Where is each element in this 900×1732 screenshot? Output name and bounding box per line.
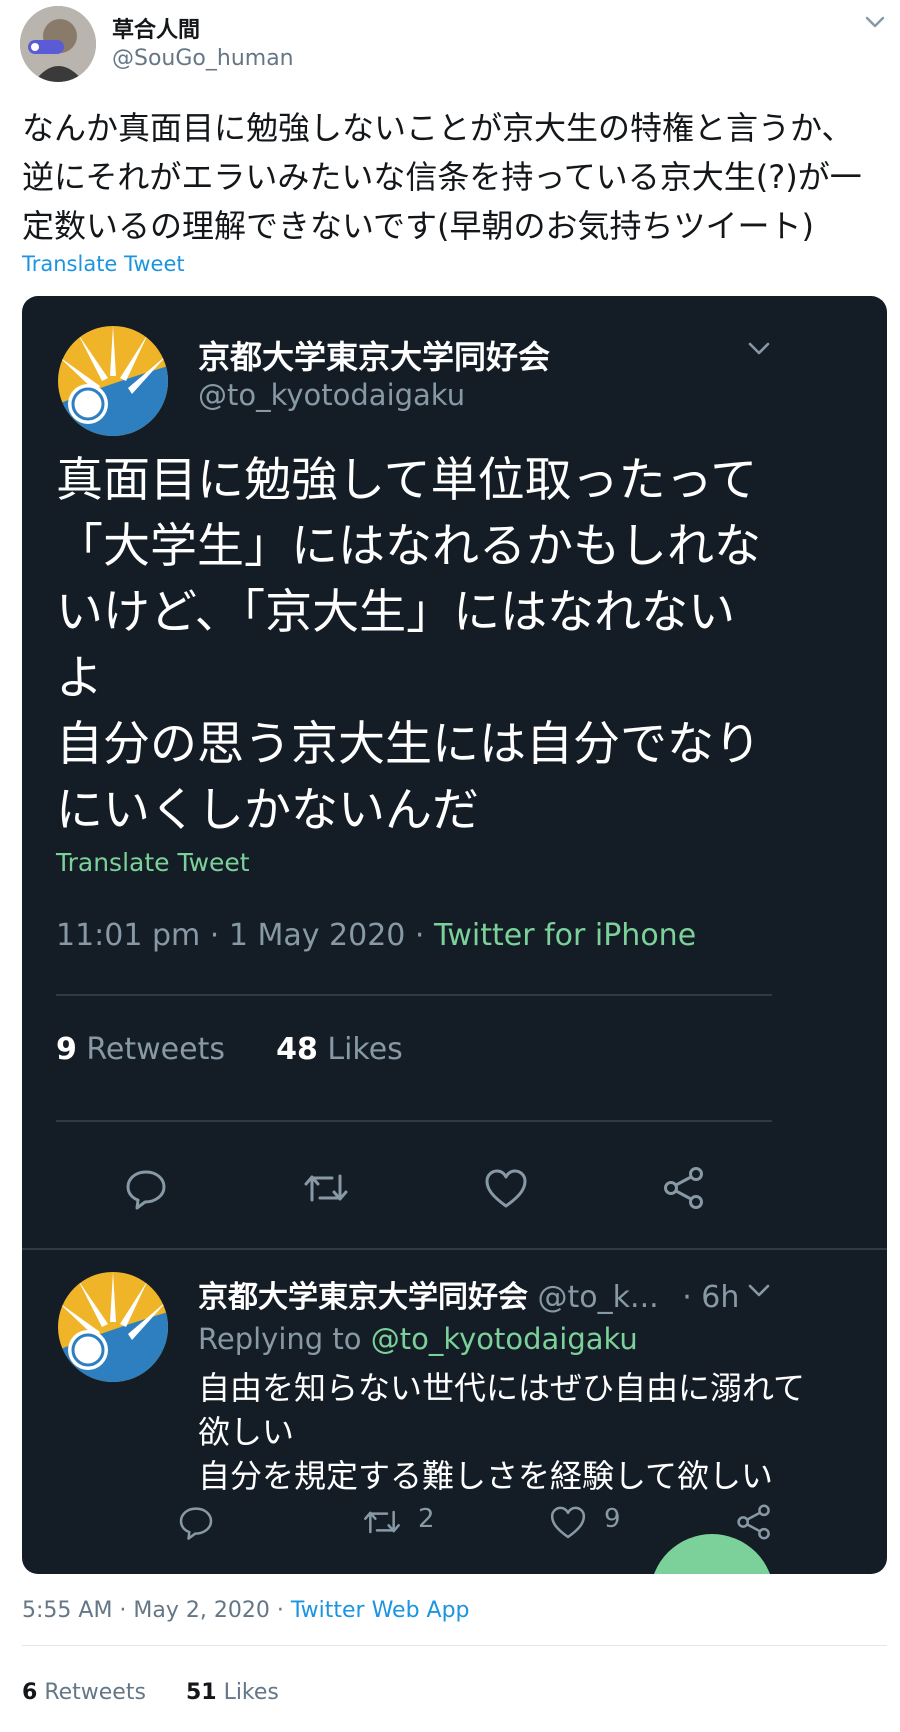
tweet-stats: 6 Retweets 51 Likes — [22, 1680, 279, 1705]
reply-like-count: 9 — [604, 1504, 621, 1534]
tweet-timestamp: 5:55 AM · May 2, 2020 · Twitter Web App — [22, 1598, 470, 1623]
reply-icon[interactable] — [122, 1164, 170, 1212]
quoted-tweet-text: 真面目に勉強して単位取ったって 「大学生」にはなれるかもしれな いけど、「京大生… — [56, 453, 761, 838]
quoted-tweet-image: 京都大学東京大学同好会 @to_kyotodaigaku 真面目に勉強して単位取… — [22, 296, 887, 1574]
reply-header: 京都大学東京大学同好会 @to_k... · 6h — [198, 1272, 739, 1316]
retweets-stat[interactable]: 9 Retweets — [56, 1032, 225, 1067]
avatar[interactable] — [20, 6, 96, 82]
reply-text: 自由を知らない世代にはぜひ自由に溺れて 欲しい 自分を規定する難しさを経験して欲… — [198, 1369, 806, 1495]
tweet-source-link[interactable]: Twitter for iPhone — [434, 918, 696, 953]
avatar[interactable] — [58, 326, 168, 436]
retweet-icon[interactable] — [360, 1502, 404, 1542]
translate-tweet-link[interactable]: Translate Tweet — [56, 848, 250, 877]
replying-to: Replying to @to_kyotodaigaku — [198, 1322, 638, 1356]
chevron-down-icon[interactable] — [744, 1278, 774, 1302]
quoted-user-handle[interactable]: @to_kyotodaigaku — [198, 378, 465, 412]
retweets-stat[interactable]: 6 Retweets — [22, 1680, 146, 1705]
reply-user-handle[interactable]: @to_k... — [538, 1280, 659, 1315]
divider — [56, 994, 772, 996]
reply-retweet-count: 2 — [418, 1504, 435, 1534]
like-icon[interactable] — [482, 1164, 530, 1212]
timestamp-text: 5:55 AM · May 2, 2020 · — [22, 1598, 291, 1623]
share-icon[interactable] — [734, 1502, 774, 1542]
user-handle[interactable]: @SouGo_human — [112, 46, 294, 71]
translate-tweet-link[interactable]: Translate Tweet — [22, 252, 185, 276]
retweet-icon[interactable] — [300, 1164, 352, 1212]
reply-display-name[interactable]: 京都大学東京大学同好会 — [198, 1280, 528, 1315]
likes-stat[interactable]: 51 Likes — [186, 1680, 279, 1705]
reply-icon[interactable] — [176, 1502, 216, 1542]
divider — [22, 1645, 887, 1646]
chevron-down-icon[interactable] — [862, 12, 888, 32]
timestamp-text: 11:01 pm · 1 May 2020 · — [56, 918, 435, 953]
tweet-timestamp: 11:01 pm · 1 May 2020 · Twitter for iPho… — [56, 918, 696, 953]
tweet-source-link[interactable]: Twitter Web App — [291, 1598, 470, 1623]
chevron-down-icon[interactable] — [744, 336, 774, 360]
quoted-display-name[interactable]: 京都大学東京大学同好会 — [198, 332, 550, 378]
tweet-text: なんか真面目に勉強しないことが京大生の特権と言うか、 逆にそれがエラいみたいな信… — [22, 109, 862, 245]
avatar[interactable] — [58, 1272, 168, 1382]
like-icon[interactable] — [548, 1502, 588, 1542]
reply-time[interactable]: · 6h — [682, 1280, 739, 1315]
share-icon[interactable] — [660, 1164, 708, 1212]
likes-stat[interactable]: 48 Likes — [276, 1032, 403, 1067]
divider — [56, 1120, 772, 1122]
tweet-stats: 9 Retweets 48 Likes — [56, 1032, 403, 1067]
display-name[interactable]: 草合人間 — [112, 12, 200, 44]
divider — [22, 1248, 887, 1250]
replying-to-handle[interactable]: @to_kyotodaigaku — [371, 1322, 638, 1356]
